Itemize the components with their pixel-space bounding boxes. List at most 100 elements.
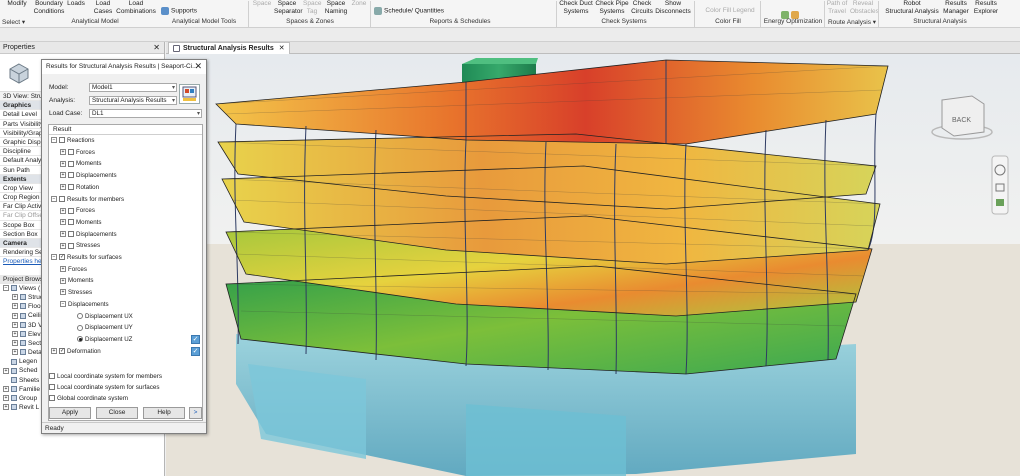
load-cases-button[interactable]: Load Cases	[92, 0, 114, 15]
expand-icon[interactable]: +	[12, 321, 18, 328]
checkbox[interactable]	[68, 172, 74, 179]
boundary-conditions-button[interactable]: Boundary Conditions	[33, 0, 65, 15]
check-pipe-systems-button[interactable]: Check Pipe Systems	[595, 0, 629, 15]
collapse-icon[interactable]: −	[51, 195, 57, 202]
expand-icon[interactable]: +	[60, 149, 66, 156]
expand-icon[interactable]: +	[12, 349, 18, 356]
expand-icon[interactable]: +	[60, 172, 66, 179]
expand-icon[interactable]: +	[3, 386, 9, 393]
result-tree-item[interactable]: + Forces	[49, 147, 202, 159]
checkbox[interactable]	[68, 184, 74, 191]
result-tree-item[interactable]: − Displacements	[49, 299, 202, 311]
checkbox[interactable]: ✓	[59, 347, 65, 354]
result-tree-item[interactable]: + Moments	[49, 158, 202, 170]
result-tree-item[interactable]: + ✓ Deformation ✓	[49, 346, 202, 358]
local-cs-surfaces-option[interactable]: Local coordinate system for surfaces	[49, 384, 160, 391]
close-icon[interactable]: ✕	[153, 43, 160, 52]
modify-button[interactable]: Modify	[4, 0, 30, 8]
result-tree-item[interactable]: + Rotation	[49, 182, 202, 194]
checkbox[interactable]	[68, 230, 74, 237]
result-tree-item[interactable]: + Stresses	[49, 240, 202, 252]
expand-icon[interactable]: +	[60, 289, 66, 296]
result-tree-item[interactable]: Displacement UY	[49, 322, 202, 334]
result-tree-item[interactable]: + Moments	[49, 275, 202, 287]
checkbox[interactable]	[49, 373, 55, 380]
show-disconnects-button[interactable]: Show Disconnects	[655, 0, 691, 15]
expand-icon[interactable]: +	[60, 242, 66, 249]
result-tree-item[interactable]: + Forces	[49, 264, 202, 276]
schedule-quantities-button[interactable]: Schedule/ Quantities	[374, 7, 454, 15]
view-window[interactable]: Structural Analysis Results ✕ BACK	[166, 42, 1020, 476]
select-dropdown[interactable]: Select ▾	[2, 18, 26, 26]
checkbox[interactable]	[49, 395, 55, 402]
expand-icon[interactable]: +	[60, 160, 66, 167]
route-analysis-dropdown[interactable]: Route Analysis ▾	[826, 18, 878, 26]
result-tree-item[interactable]: + Displacements	[49, 170, 202, 182]
check-circuits-button[interactable]: Check Circuits	[630, 0, 654, 15]
result-tree-item[interactable]: − Reactions	[49, 135, 202, 147]
expand-icon[interactable]: +	[60, 184, 66, 191]
analysis-select[interactable]: Structural Analysis Results ▾	[89, 96, 177, 105]
expand-icon[interactable]: +	[12, 330, 18, 337]
load-combinations-button[interactable]: Load Combinations	[116, 0, 156, 15]
result-tree-item[interactable]: Displacement UX	[49, 311, 202, 323]
results-manager-button[interactable]: Results Manager	[942, 0, 970, 15]
expand-icon[interactable]: +	[12, 340, 18, 347]
help-button[interactable]: Help	[143, 407, 185, 419]
close-button[interactable]: Close	[96, 407, 138, 419]
expand-icon[interactable]: +	[3, 395, 9, 402]
display-toggle-checkbox[interactable]: ✓	[191, 346, 200, 356]
expand-icon[interactable]: +	[12, 294, 18, 301]
collapse-icon[interactable]: −	[3, 285, 9, 292]
color-fill-legend-button[interactable]: Color Fill Legend	[700, 7, 760, 15]
radio-button[interactable]	[77, 336, 83, 343]
expand-icon[interactable]: +	[51, 347, 57, 354]
load-case-select[interactable]: DL1 ▾	[89, 109, 202, 118]
zone-button[interactable]: Zone	[350, 0, 368, 8]
check-duct-systems-button[interactable]: Check Duct Systems	[558, 0, 594, 15]
expand-icon[interactable]: +	[60, 230, 66, 237]
checkbox[interactable]	[49, 384, 55, 391]
path-of-travel-button[interactable]: Path of Travel	[826, 0, 848, 15]
result-tree-item[interactable]: − Results for members	[49, 194, 202, 206]
result-tree-item[interactable]: Displacement UZ ✓	[49, 334, 202, 346]
expand-icon[interactable]: +	[12, 312, 18, 319]
results-explorer-button[interactable]: Results Explorer	[972, 0, 1000, 15]
zoom-icon[interactable]	[996, 199, 1004, 206]
tab-structural-analysis-results[interactable]: Structural Analysis Results ✕	[168, 42, 290, 54]
result-tree-item[interactable]: + Forces	[49, 205, 202, 217]
result-tree-item[interactable]: − ✓ Results for surfaces	[49, 252, 202, 264]
energy-optimization-icons[interactable]	[776, 3, 806, 19]
checkbox[interactable]	[68, 242, 74, 249]
checkbox[interactable]	[68, 149, 74, 156]
checkbox[interactable]	[68, 160, 74, 167]
structural-model-3d[interactable]: BACK	[166, 54, 1020, 476]
radio-button[interactable]	[77, 312, 83, 319]
expand-icon[interactable]: +	[12, 303, 18, 310]
space-tag-button[interactable]: Space Tag	[303, 0, 321, 15]
expand-icon[interactable]: +	[60, 219, 66, 226]
result-tree-item[interactable]: + Stresses	[49, 287, 202, 299]
supports-button[interactable]: Supports	[161, 7, 201, 15]
global-cs-option[interactable]: Global coordinate system	[49, 395, 128, 402]
expand-icon[interactable]: +	[60, 277, 66, 284]
result-tree-item[interactable]: + Displacements	[49, 229, 202, 241]
close-icon[interactable]: ✕	[194, 60, 202, 73]
expand-icon[interactable]: +	[3, 404, 9, 411]
checkbox[interactable]	[68, 207, 74, 214]
checkbox[interactable]	[68, 219, 74, 226]
apply-button[interactable]: Apply	[49, 407, 91, 419]
local-cs-members-option[interactable]: Local coordinate system for members	[49, 373, 162, 380]
collapse-icon[interactable]: −	[51, 137, 57, 144]
expand-button[interactable]: >	[189, 407, 202, 419]
space-naming-button[interactable]: Space Naming	[323, 0, 349, 15]
result-tree-item[interactable]: + Moments	[49, 217, 202, 229]
navigation-bar[interactable]	[991, 155, 1009, 215]
expand-icon[interactable]: +	[3, 367, 9, 374]
display-toggle-checkbox[interactable]: ✓	[191, 334, 200, 344]
checkbox[interactable]	[59, 195, 65, 202]
radio-button[interactable]	[77, 324, 83, 331]
collapse-icon[interactable]: −	[51, 254, 57, 261]
expand-icon[interactable]: +	[60, 266, 66, 273]
checkbox[interactable]: ✓	[59, 254, 65, 261]
